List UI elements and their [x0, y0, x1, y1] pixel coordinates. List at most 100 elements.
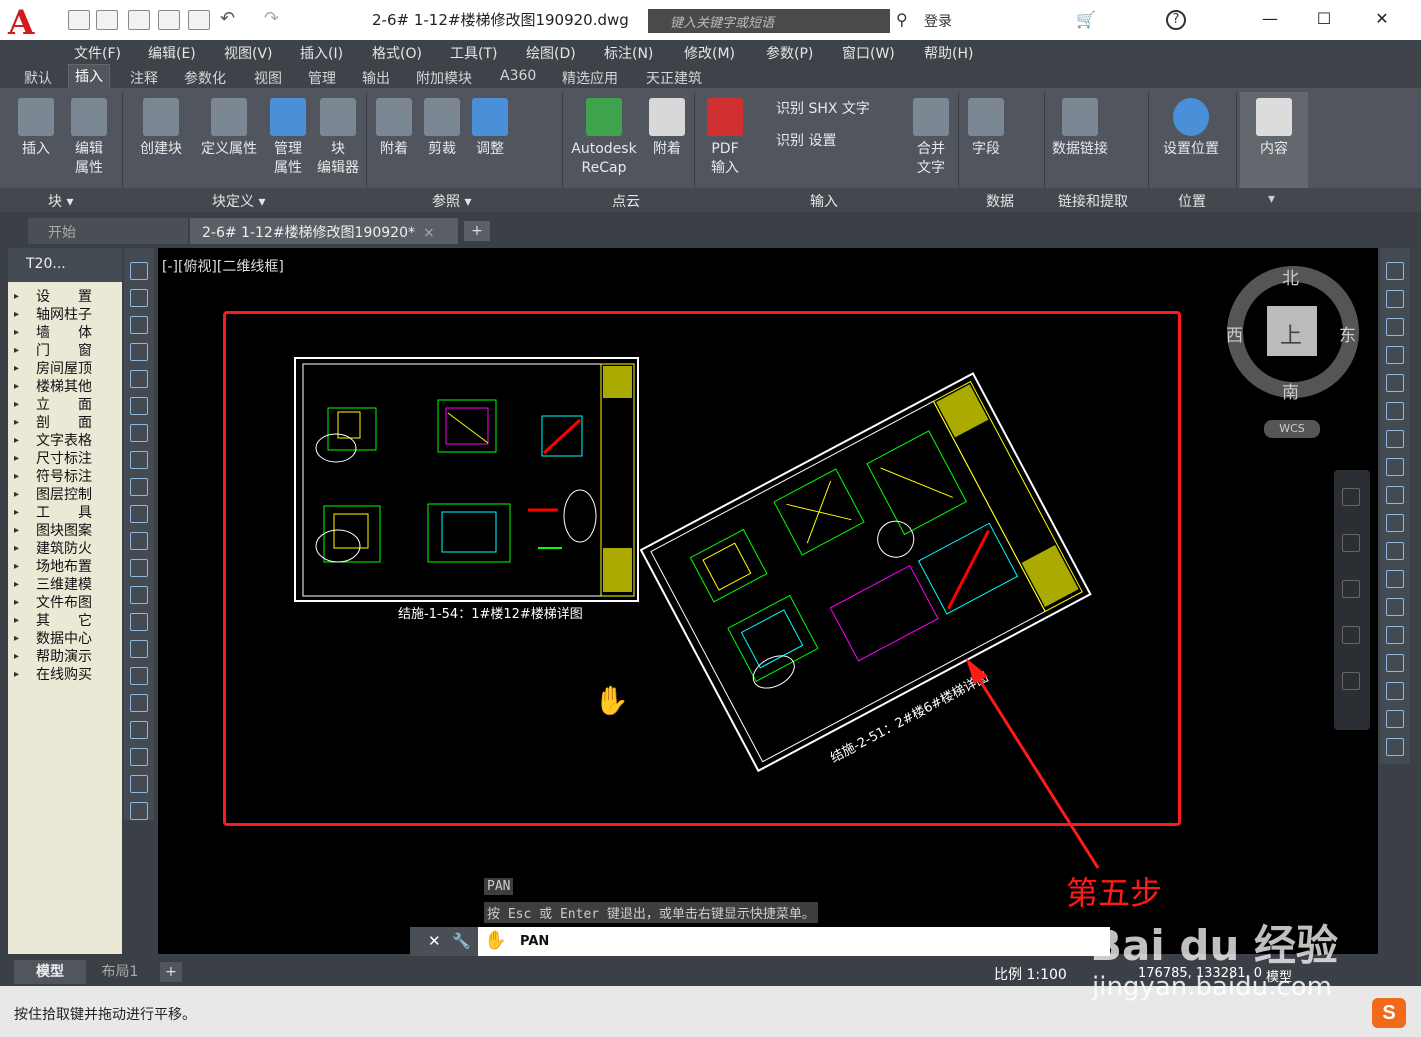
tab-parametric[interactable]: 参数化 — [184, 68, 226, 88]
block-editor-button[interactable]: 块 编辑器 — [312, 98, 364, 178]
palette-item[interactable]: 文字表格 — [36, 432, 92, 450]
palette-item[interactable]: 墙 体 — [36, 324, 92, 342]
field-button[interactable]: 字段 — [966, 98, 1006, 159]
draw-tool-icon[interactable] — [130, 802, 148, 820]
merge-text-button[interactable]: 合并 文字 — [910, 98, 952, 178]
expand-arrow-icon[interactable]: ▸ — [14, 651, 19, 662]
tab-insert[interactable]: 插入 — [68, 64, 110, 88]
modify-tool-icon[interactable] — [1386, 458, 1404, 476]
palette-item[interactable]: 工 具 — [36, 504, 92, 522]
palette-item[interactable]: 其 它 — [36, 612, 92, 630]
command-line[interactable] — [410, 927, 1110, 957]
palette-item[interactable]: 建筑防火 — [36, 540, 92, 558]
palette-item[interactable]: 场地布置 — [36, 558, 92, 576]
open-icon[interactable] — [96, 10, 118, 30]
menu-insert[interactable]: 插入(I) — [300, 43, 343, 63]
expand-arrow-icon[interactable]: ▸ — [14, 327, 19, 338]
palette-item[interactable]: 文件布图 — [36, 594, 92, 612]
modify-tool-icon[interactable] — [1386, 570, 1404, 588]
viewcube-top-label[interactable]: 上 — [1280, 318, 1302, 350]
sogou-icon[interactable]: S — [1372, 998, 1406, 1028]
palette-item[interactable]: 数据中心 — [36, 630, 92, 648]
draw-tool-icon[interactable] — [130, 748, 148, 766]
menu-tools[interactable]: 工具(T) — [450, 43, 497, 63]
draw-tool-icon[interactable] — [130, 640, 148, 658]
cart-icon[interactable]: 🛒 — [1076, 10, 1096, 29]
compass-north[interactable]: 北 — [1282, 264, 1299, 289]
tab-view[interactable]: 视图 — [254, 68, 282, 88]
expand-arrow-icon[interactable]: ▸ — [14, 525, 19, 536]
expand-arrow-icon[interactable]: ▸ — [14, 543, 19, 554]
modify-tool-icon[interactable] — [1386, 710, 1404, 728]
menu-modify[interactable]: 修改(M) — [684, 43, 735, 63]
recognize-shx-button[interactable]: 识别 SHX 文字 — [776, 100, 870, 119]
compass-west[interactable]: 西 — [1226, 321, 1243, 346]
tab-manage[interactable]: 管理 — [308, 68, 336, 88]
expand-arrow-icon[interactable]: ▸ — [14, 597, 19, 608]
draw-tool-icon[interactable] — [130, 613, 148, 631]
tab-output[interactable]: 输出 — [362, 68, 390, 88]
modify-tool-icon[interactable] — [1386, 402, 1404, 420]
signin-button[interactable]: 登录 — [924, 11, 952, 31]
modify-tool-icon[interactable] — [1386, 346, 1404, 364]
data-link-button[interactable]: 数据链接 — [1046, 98, 1114, 159]
draw-tool-icon[interactable] — [130, 721, 148, 739]
help-icon[interactable]: ? — [1166, 10, 1186, 30]
attach-button[interactable]: 附着 — [374, 98, 414, 159]
palette-item[interactable]: 剖 面 — [36, 414, 92, 432]
set-location-button[interactable]: 设置位置 — [1158, 98, 1224, 159]
draw-tool-icon[interactable] — [130, 478, 148, 496]
add-layout-button[interactable]: + — [160, 962, 182, 982]
draw-tool-icon[interactable] — [130, 451, 148, 469]
saveas-icon[interactable] — [158, 10, 180, 30]
palette-item[interactable]: 设 置 — [36, 288, 92, 306]
wcs-menu[interactable]: WCS — [1264, 420, 1320, 438]
menu-draw[interactable]: 绘图(D) — [526, 43, 576, 63]
navigation-tool-icon[interactable] — [1342, 626, 1360, 644]
modify-tool-icon[interactable] — [1386, 654, 1404, 672]
palette-item[interactable]: 帮助演示 — [36, 648, 92, 666]
panel-block-definition[interactable]: 块定义 ▾ — [212, 191, 265, 211]
modify-tool-icon[interactable] — [1386, 486, 1404, 504]
palette-item[interactable]: 在线购买 — [36, 666, 92, 684]
palette-item[interactable]: 楼梯其他 — [36, 378, 92, 396]
clip-button[interactable]: 剪裁 — [422, 98, 462, 159]
modify-tool-icon[interactable] — [1386, 738, 1404, 756]
close-button[interactable]: ✕ — [1362, 6, 1402, 32]
customize-icon[interactable]: 🔧 — [452, 932, 471, 950]
expand-arrow-icon[interactable]: ▸ — [14, 471, 19, 482]
draw-tool-icon[interactable] — [130, 505, 148, 523]
palette-item[interactable]: 门 窗 — [36, 342, 92, 360]
palette-item[interactable]: 房间屋顶 — [36, 360, 92, 378]
maximize-button[interactable]: ☐ — [1304, 6, 1344, 32]
modify-tool-icon[interactable] — [1386, 626, 1404, 644]
close-command-icon[interactable]: ✕ — [428, 932, 441, 950]
menu-edit[interactable]: 编辑(E) — [148, 43, 196, 63]
panel-expand-icon[interactable]: ▾ — [1268, 191, 1275, 207]
draw-tool-icon[interactable] — [130, 586, 148, 604]
expand-arrow-icon[interactable]: ▸ — [14, 489, 19, 500]
menu-format[interactable]: 格式(O) — [372, 43, 422, 63]
draw-tool-icon[interactable] — [130, 343, 148, 361]
draw-tool-icon[interactable] — [130, 775, 148, 793]
panel-block[interactable]: 块 ▾ — [48, 191, 73, 211]
new-tab-button[interactable]: + — [464, 221, 490, 241]
modify-tool-icon[interactable] — [1386, 262, 1404, 280]
redo-icon[interactable]: ↷ — [264, 8, 279, 29]
tab-tangent[interactable]: 天正建筑 — [646, 68, 702, 88]
menu-help[interactable]: 帮助(H) — [924, 43, 973, 63]
expand-arrow-icon[interactable]: ▸ — [14, 615, 19, 626]
tab-model[interactable]: 模型 — [14, 960, 86, 984]
expand-arrow-icon[interactable]: ▸ — [14, 345, 19, 356]
expand-arrow-icon[interactable]: ▸ — [14, 453, 19, 464]
draw-tool-icon[interactable] — [130, 424, 148, 442]
expand-arrow-icon[interactable]: ▸ — [14, 669, 19, 680]
menu-window[interactable]: 窗口(W) — [842, 43, 895, 63]
modify-tool-icon[interactable] — [1386, 598, 1404, 616]
navigation-tool-icon[interactable] — [1342, 534, 1360, 552]
compass-east[interactable]: 东 — [1339, 321, 1356, 346]
expand-arrow-icon[interactable]: ▸ — [14, 399, 19, 410]
modify-tool-icon[interactable] — [1386, 290, 1404, 308]
panel-reference[interactable]: 参照 ▾ — [432, 191, 471, 211]
tab-start[interactable]: 开始 — [28, 218, 188, 244]
